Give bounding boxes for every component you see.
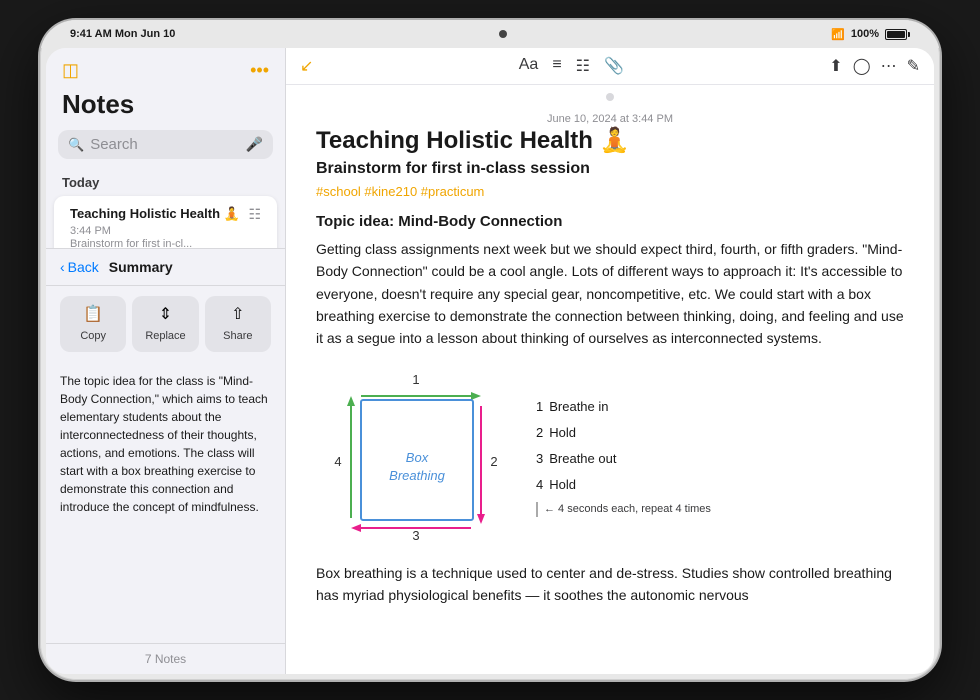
- breathe-step-2: 2Hold: [536, 420, 904, 446]
- replace-button[interactable]: ⇕ Replace: [132, 296, 198, 352]
- note-bottom-text: Box breathing is a technique used to cen…: [316, 562, 904, 607]
- svg-text:2: 2: [490, 454, 497, 469]
- copy-icon: 📋: [64, 304, 122, 324]
- checklist-icon[interactable]: ≡: [552, 56, 561, 76]
- note-item-title-holistic: Teaching Holistic Health 🧘: [70, 206, 248, 222]
- svg-text:4: 4: [334, 454, 341, 469]
- note-body: June 10, 2024 at 3:44 PM Teaching Holist…: [286, 85, 934, 674]
- share-toolbar-icon[interactable]: ⬆: [829, 56, 842, 76]
- dot-indicator: [606, 93, 614, 101]
- more-toolbar-icon[interactable]: ⋯: [881, 56, 897, 76]
- svg-text:Breathing: Breathing: [389, 468, 445, 483]
- sidebar-toggle-icon[interactable]: ◫: [62, 60, 79, 81]
- section-today: Today: [46, 171, 285, 196]
- replace-icon: ⇕: [136, 304, 194, 324]
- breathe-step-3: 3Breathe out: [536, 446, 904, 472]
- breathe-step-1: 1Breathe in: [536, 394, 904, 420]
- svg-text:Box: Box: [406, 450, 429, 465]
- sidebar-more-icon[interactable]: •••: [250, 60, 269, 81]
- share-label: Share: [223, 330, 252, 342]
- note-item-time-holistic: 3:44 PM: [70, 225, 261, 237]
- breathe-step-4: 4Hold: [536, 472, 904, 498]
- camera-dot: [499, 30, 507, 38]
- toolbar-left: ↙: [300, 56, 313, 76]
- copy-label: Copy: [80, 330, 106, 342]
- status-bar: 9:41 AM Mon Jun 10 📶 100%: [40, 20, 940, 48]
- search-note-icon[interactable]: ◯: [853, 56, 871, 76]
- battery-percent: 100%: [851, 28, 879, 40]
- back-button[interactable]: ‹ Back: [60, 259, 99, 275]
- ipad-screen: ◫ ••• Notes 🔍 Search 🎤 Today Teaching Ho…: [46, 48, 934, 674]
- format-text-icon[interactable]: Aa: [519, 56, 539, 76]
- attach-icon[interactable]: 📎: [604, 56, 624, 76]
- diagram-labels: 1Breathe in 2Hold 3Breathe out 4Hold ← 4…: [536, 394, 904, 517]
- search-icon: 🔍: [68, 137, 84, 153]
- summary-text: The topic idea for the class is "Mind-Bo…: [46, 362, 285, 643]
- search-placeholder: Search: [90, 136, 239, 153]
- note-title: Teaching Holistic Health 🧘: [316, 127, 904, 156]
- sidebar-footer: 7 Notes: [46, 643, 285, 674]
- note-tags: #school #kine210 #practicum: [316, 184, 904, 199]
- toolbar-right: ⬆ ◯ ⋯ ✎: [829, 56, 920, 76]
- wifi-icon: 📶: [831, 28, 845, 41]
- box-breathing-diagram: 1 2 3: [316, 366, 516, 546]
- note-subtitle: Brainstorm for first in-class session: [316, 160, 904, 178]
- status-right: 📶 100%: [831, 28, 910, 41]
- sidebar: ◫ ••• Notes 🔍 Search 🎤 Today Teaching Ho…: [46, 48, 286, 674]
- note-date: June 10, 2024 at 3:44 PM: [316, 107, 904, 127]
- back-label: Back: [68, 259, 99, 275]
- summary-header: ‹ Back Summary: [46, 249, 285, 286]
- mic-icon[interactable]: 🎤: [246, 136, 263, 153]
- main-content: ↙ Aa ≡ ☷ 📎 ⬆ ◯ ⋯ ✎ June 10, 2024 at: [286, 48, 934, 674]
- side-note: ← 4 seconds each, repeat 4 times: [536, 502, 904, 517]
- summary-actions: 📋 Copy ⇕ Replace ⇧ Share: [46, 286, 285, 362]
- svg-text:1: 1: [412, 372, 419, 387]
- sidebar-title: Notes: [46, 89, 285, 130]
- pencil-back-icon[interactable]: ↙: [300, 56, 313, 76]
- svg-text:3: 3: [412, 528, 419, 543]
- share-button[interactable]: ⇧ Share: [205, 296, 271, 352]
- topic-heading: Topic idea: Mind-Body Connection: [316, 213, 904, 230]
- status-time: 9:41 AM Mon Jun 10: [70, 28, 175, 40]
- sidebar-header: ◫ •••: [46, 48, 285, 89]
- search-bar[interactable]: 🔍 Search 🎤: [58, 130, 273, 159]
- new-note-icon[interactable]: ✎: [907, 56, 920, 76]
- note-item-lines-icon: ☷: [248, 206, 261, 223]
- breathe-list: 1Breathe in 2Hold 3Breathe out 4Hold: [536, 394, 904, 498]
- summary-panel-title: Summary: [109, 259, 173, 275]
- main-toolbar: ↙ Aa ≡ ☷ 📎 ⬆ ◯ ⋯ ✎: [286, 48, 934, 85]
- toolbar-center: Aa ≡ ☷ 📎: [325, 56, 817, 76]
- share-icon: ⇧: [209, 304, 267, 324]
- back-chevron-icon: ‹: [60, 259, 65, 275]
- diagram-container: 1 2 3: [316, 366, 904, 546]
- ipad-frame: 9:41 AM Mon Jun 10 📶 100% ◫ ••• Notes 🔍 …: [40, 20, 940, 680]
- summary-panel: ‹ Back Summary 📋 Copy ⇕ Replace ⇧: [46, 248, 285, 674]
- copy-button[interactable]: 📋 Copy: [60, 296, 126, 352]
- note-body-text: Getting class assignments next week but …: [316, 238, 904, 350]
- table-icon[interactable]: ☷: [576, 56, 590, 76]
- battery-icon: [885, 29, 910, 40]
- replace-label: Replace: [145, 330, 185, 342]
